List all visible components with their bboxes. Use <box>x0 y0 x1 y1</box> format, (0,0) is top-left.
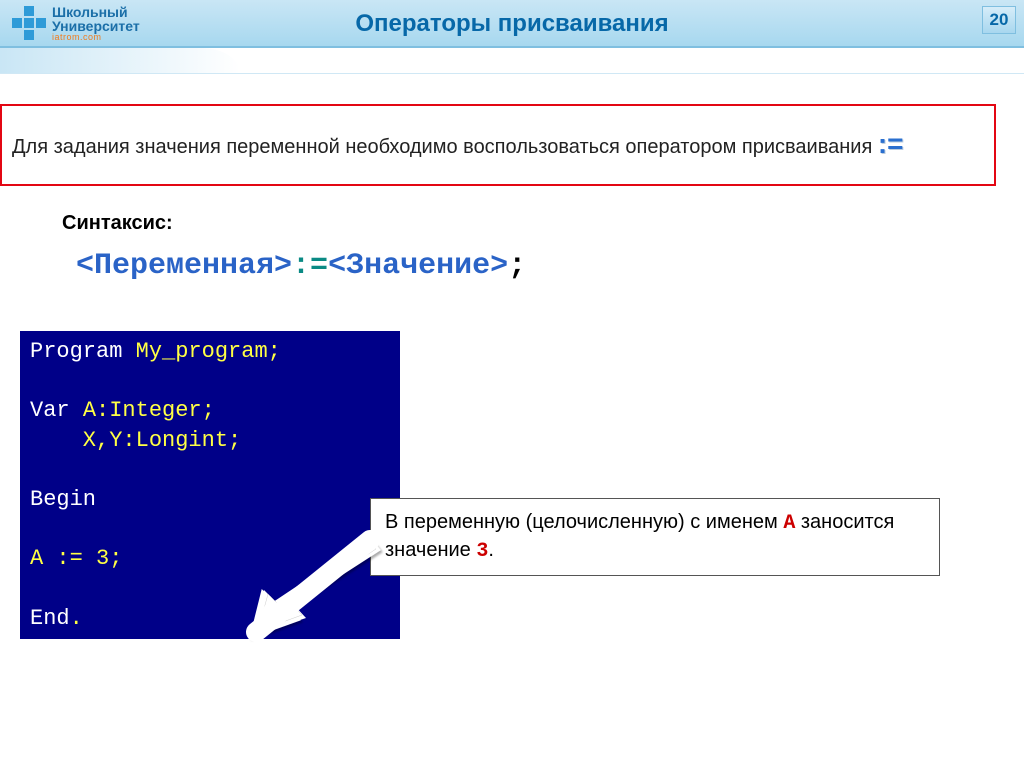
assign-operator-symbol: := <box>878 128 904 159</box>
slide-title: Операторы присваивания <box>0 10 1024 38</box>
annotation-var-a: A <box>783 512 795 535</box>
info-text: Для задания значения переменной необходи… <box>12 136 878 158</box>
annotation-box: В переменную (целочисленную) с именем A … <box>370 498 940 576</box>
syntax-assign: := <box>292 249 328 283</box>
syntax-value: <Значение> <box>328 249 508 283</box>
header-swoosh <box>0 48 1024 74</box>
syntax-line: <Переменная>:=<Значение>; <box>76 249 1024 283</box>
annotation-text-3: . <box>488 539 494 561</box>
syntax-terminator: ; <box>508 249 526 283</box>
info-box: Для задания значения переменной необходи… <box>0 104 996 186</box>
header-bar: Школьный Университет iatrom.com Оператор… <box>0 0 1024 48</box>
syntax-label: Синтаксис: <box>62 212 1024 235</box>
code-block: Program My_program; Var A:Integer; X,Y:L… <box>20 331 400 640</box>
syntax-variable: <Переменная> <box>76 249 292 283</box>
annotation-value-3: 3 <box>476 540 488 563</box>
page-number-badge: 20 <box>982 6 1016 34</box>
annotation-text-1: В переменную (целочисленную) с именем <box>385 511 783 533</box>
